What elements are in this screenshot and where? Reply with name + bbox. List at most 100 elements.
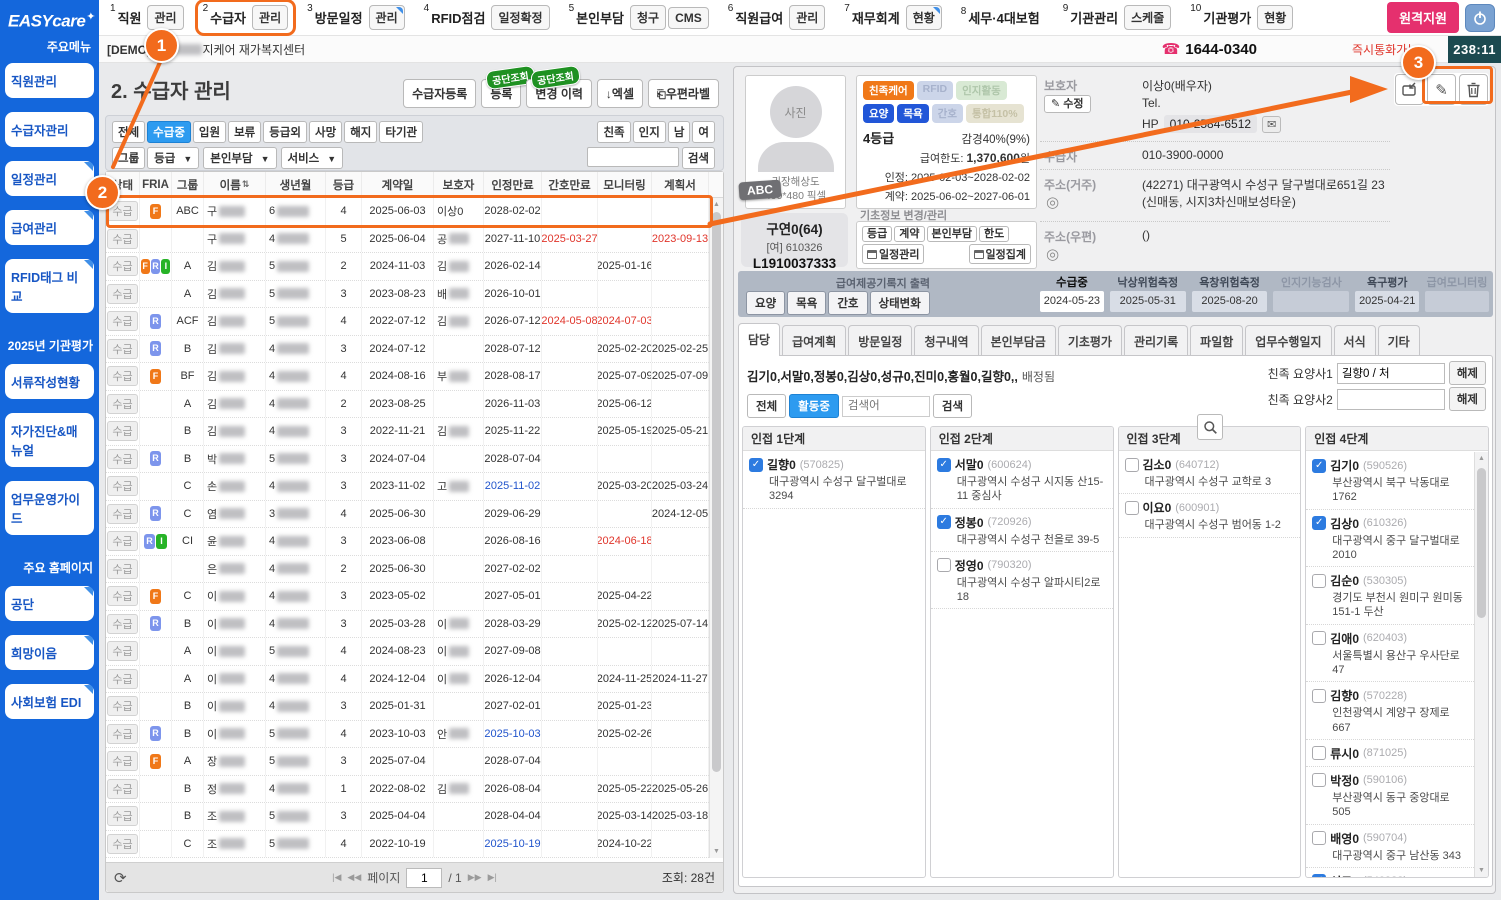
scroll-down-icon[interactable]: ▼: [1475, 864, 1488, 877]
select-등급[interactable]: 등급 ▼: [147, 147, 200, 169]
nav-item-6[interactable]: 6 직원급여 관리: [723, 2, 831, 33]
list-item[interactable]: 김애0 (620403) 서울특별시 용산구 우사단로 47: [1306, 625, 1474, 683]
edit-recipient-button[interactable]: ✎: [1427, 74, 1456, 105]
column-header-그룹[interactable]: 그룹: [172, 172, 204, 197]
list-item[interactable]: ✓ 정봉0 (720926) 대구광역시 수성구 천을로 39-5: [930, 509, 1113, 552]
action-button-변경 이력[interactable]: 변경 이력 공단조회: [526, 64, 592, 108]
record-print-간호[interactable]: 간호: [828, 291, 868, 315]
table-row[interactable]: 수급 F R I A 김 5 2 2024-11-03 김 2026-02-14 2025-01-16: [106, 253, 723, 281]
caregiver-checkbox[interactable]: [1312, 631, 1327, 646]
caregiver-checkbox[interactable]: [1312, 688, 1327, 703]
mail-icon[interactable]: ✉: [1262, 115, 1282, 133]
family-caregiver2-input[interactable]: [1336, 388, 1445, 410]
staff-filter-all[interactable]: 전체: [747, 394, 787, 418]
first-page-icon[interactable]: |◀: [332, 872, 341, 883]
scroll-down-icon[interactable]: ▼: [710, 845, 723, 858]
column-header-간호만료[interactable]: 간호만료: [542, 172, 598, 197]
table-row[interactable]: 수급 B 김 4 3 2022-11-21 김 2025-11-22 2025-05-19 202…: [106, 418, 723, 446]
tab-서식[interactable]: 서식: [1333, 325, 1376, 356]
table-row[interactable]: 수급 F ABC 구 6 4 2025-06-03 이상0 2028-02-02: [106, 198, 723, 226]
tab-청구내역[interactable]: 청구내역: [914, 325, 979, 356]
list-item[interactable]: 류시0 (871025): [1306, 740, 1474, 767]
table-row[interactable]: 수급 R B 박 5 3 2024-07-04 2028-07-04: [106, 445, 723, 473]
family-caregiver1-release-button[interactable]: 해제: [1448, 361, 1486, 385]
scrollbar-thumb[interactable]: [712, 212, 721, 772]
status-filter-전체[interactable]: 전체: [112, 121, 146, 143]
list-item[interactable]: ✓ 김기0 (590526) 부산광역시 북구 낙동대로 1762: [1306, 452, 1474, 510]
scrollbar-thumb[interactable]: [1477, 468, 1486, 618]
prev-page-icon[interactable]: ◀◀: [347, 872, 361, 883]
attr-filter-인지[interactable]: 인지: [632, 121, 666, 143]
basic-button-한도[interactable]: 한도: [978, 226, 1010, 242]
caregiver-checkbox[interactable]: [1312, 573, 1327, 588]
sidebar-item-RFID태그 비교[interactable]: RFID태그 비교: [5, 258, 94, 313]
table-row[interactable]: 수급 A 이 4 4 2024-12-04 이 2026-12-04 2024-11-25 202…: [106, 665, 723, 693]
list-item[interactable]: 배영0 (590704) 대구광역시 중구 남산동 343: [1306, 825, 1474, 868]
tab-파일함[interactable]: 파일함: [1190, 325, 1244, 356]
caregiver-checkbox[interactable]: [1312, 746, 1327, 761]
table-row[interactable]: 수급 B 이 4 3 2025-01-31 2027-02-01 2025-01-23: [106, 693, 723, 721]
table-row[interactable]: 수급 구 4 5 2025-06-04 공 2027-11-10 2025-03-27 2023…: [106, 225, 723, 253]
caregiver-checkbox[interactable]: ✓: [1312, 516, 1327, 531]
last-page-icon[interactable]: ▶|: [488, 872, 497, 883]
nav-item-9[interactable]: 9 기관관리 스케줄: [1058, 2, 1177, 33]
column-header-생년월[interactable]: 생년월: [266, 172, 326, 197]
basic-button-등급[interactable]: 등급: [862, 226, 893, 242]
column-header-보호자[interactable]: 보호자: [434, 172, 484, 197]
table-row[interactable]: 수급 A 이 5 4 2024-08-23 이 2027-09-08: [106, 638, 723, 666]
list-item[interactable]: ✓ 길향0 (570825) 대구광역시 수성구 달구벌대로 3294: [743, 451, 925, 509]
scroll-up-icon[interactable]: ▲: [710, 198, 723, 211]
attr-filter-여[interactable]: 여: [692, 121, 715, 143]
nav-sub-button[interactable]: 현황: [905, 5, 942, 30]
caregiver-checkbox[interactable]: ✓: [1312, 458, 1327, 473]
edit-guardian-button[interactable]: ✎ 수정: [1044, 95, 1091, 113]
nav-sub-button[interactable]: 일정확정: [491, 5, 550, 30]
staff-search-button[interactable]: 검색: [932, 394, 973, 418]
caregiver-checkbox[interactable]: ✓: [936, 515, 951, 530]
sidebar-item-공단[interactable]: 공단: [5, 585, 94, 621]
table-row[interactable]: 수급 F C 이 4 3 2023-05-02 2027-05-01 2025-04-22: [106, 583, 723, 611]
scroll-up-icon[interactable]: ▲: [1475, 452, 1488, 465]
status-filter-해지[interactable]: 해지: [344, 121, 378, 143]
popup-window-button[interactable]: [1395, 74, 1424, 105]
status-filter-수급중[interactable]: 수급중: [147, 121, 191, 143]
column-header-이름[interactable]: 이름 ⇅: [204, 172, 266, 197]
map-pin-icon[interactable]: ◎: [1046, 245, 1059, 263]
sidebar-item-수급자관리[interactable]: 수급자관리: [5, 111, 94, 147]
list-item[interactable]: 김소0 (640712) 대구광역시 수성구 교학로 3: [1118, 451, 1301, 495]
sidebar-item-서류작성현황[interactable]: 서류작성현황: [5, 363, 94, 399]
nav-sub-button[interactable]: 청구: [630, 5, 667, 30]
nav-sub-button[interactable]: 관리: [252, 5, 289, 30]
table-row[interactable]: 수급 R I CI 윤 4 3 2023-06-08 2026-08-16 2024-06-18: [106, 528, 723, 556]
list-item[interactable]: 이요0 (600901) 대구광역시 수성구 범어동 1-2: [1118, 494, 1301, 538]
status-filter-사망[interactable]: 사망: [309, 121, 343, 143]
attr-filter-남[interactable]: 남: [667, 121, 691, 143]
table-row[interactable]: 수급 R C 염 3 4 2025-06-30 2029-06-29 2024-12-05: [106, 500, 723, 528]
sidebar-item-자가진단&매뉴얼[interactable]: 자가진단&매뉴얼: [5, 412, 94, 467]
caregiver-checkbox[interactable]: ✓: [936, 457, 951, 472]
column-header-계획서[interactable]: 계획서: [652, 172, 709, 197]
status-filter-보류[interactable]: 보류: [228, 121, 262, 143]
record-print-요양[interactable]: 요양: [746, 291, 786, 315]
basic-button-본인부담[interactable]: 본인부담: [926, 226, 977, 242]
schedule-button-일정관리[interactable]: 일정관리: [862, 244, 925, 264]
caregiver-checkbox[interactable]: [1124, 500, 1139, 515]
list-item[interactable]: ✓ 서말0 (600624) 대구광역시 수성구 시지동 산15-11 중심사: [930, 451, 1113, 509]
column-header-모니터링[interactable]: 모니터링: [598, 172, 652, 197]
group-filter-button[interactable]: 그룹: [112, 147, 146, 169]
select-본인부담[interactable]: 본인부담 ▼: [203, 147, 277, 169]
basic-button-계약[interactable]: 계약: [894, 226, 925, 242]
sidebar-item-급여관리[interactable]: 급여관리: [5, 209, 94, 245]
table-row[interactable]: 수급 F BF 김 4 4 2024-08-16 부 2028-08-17 2025-07-09 2…: [106, 363, 723, 391]
column-header-계약일[interactable]: 계약일: [362, 172, 434, 197]
action-button-우편라벨[interactable]: ⎗우편라벨: [648, 79, 719, 108]
list-item[interactable]: ✓ 김상0 (610326) 대구광역시 중구 달구벌대로 2010: [1306, 510, 1474, 568]
nav-sub-button[interactable]: 관리: [789, 5, 826, 30]
table-row[interactable]: 수급 A 김 4 2 2023-08-25 2026-11-03 2025-06-12: [106, 390, 723, 418]
caregiver-checkbox[interactable]: [1124, 457, 1139, 472]
table-row[interactable]: 수급 R B 김 4 3 2024-07-12 2028-07-12 2025-02-20 202…: [106, 335, 723, 363]
action-button-수급자등록[interactable]: 수급자등록: [403, 79, 477, 108]
table-scrollbar[interactable]: ▲ ▼: [709, 198, 723, 858]
table-row[interactable]: 수급 R B 이 5 4 2023-10-03 안 2025-10-03 2025-02-26: [106, 720, 723, 748]
map-pin-icon[interactable]: ◎: [1046, 193, 1059, 211]
